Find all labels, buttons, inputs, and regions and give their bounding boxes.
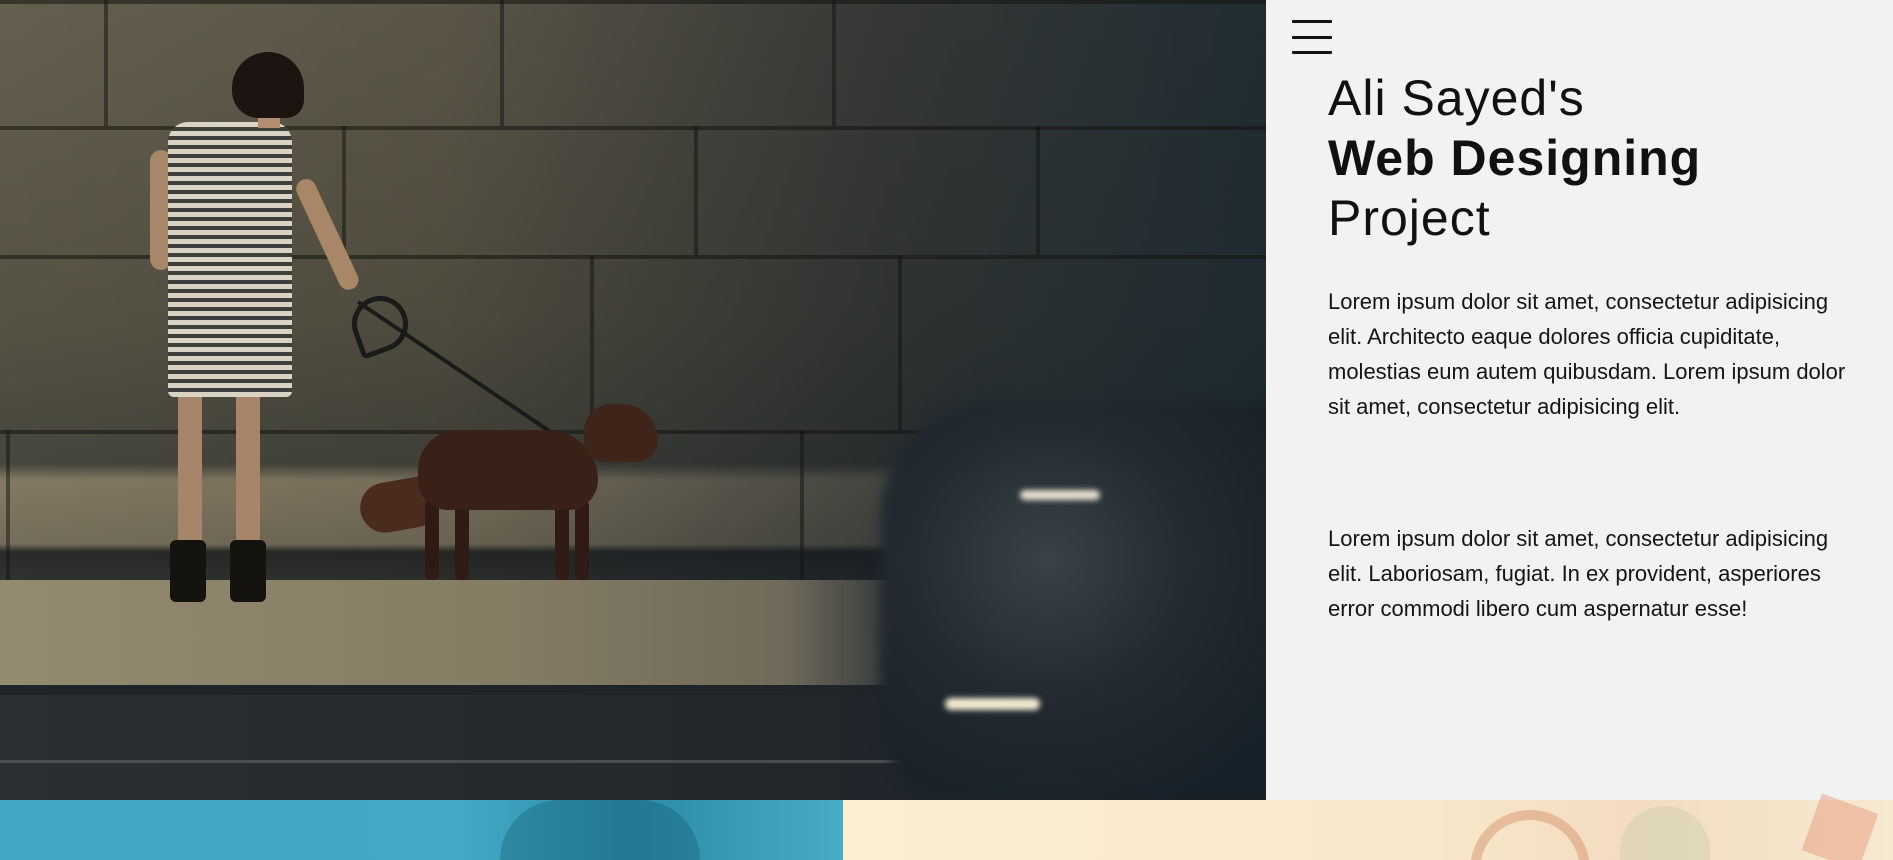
title-line-owner: Ali Sayed's bbox=[1328, 70, 1585, 126]
secondary-paragraph: Lorem ipsum dolor sit amet, consectetur … bbox=[1328, 526, 1829, 621]
person-boot bbox=[170, 540, 206, 602]
brick-line bbox=[0, 0, 1266, 4]
car-light bbox=[1020, 490, 1100, 500]
person-leg bbox=[236, 395, 260, 545]
car-light bbox=[945, 698, 1040, 710]
page-title: Ali Sayed's Web Designing Project bbox=[1328, 68, 1868, 248]
hero-image bbox=[0, 0, 1266, 800]
menu-bar bbox=[1292, 20, 1332, 23]
person-head bbox=[232, 52, 304, 118]
dog-body bbox=[418, 430, 598, 510]
next-section-image-left bbox=[0, 800, 843, 860]
blurred-car bbox=[880, 400, 1266, 800]
next-section-image-right bbox=[843, 800, 1893, 860]
dog-leg bbox=[455, 500, 469, 580]
brick-joint bbox=[500, 0, 504, 126]
menu-bar bbox=[1292, 35, 1332, 39]
hamburger-menu-icon[interactable] bbox=[1290, 18, 1334, 56]
person-striped-dress bbox=[168, 122, 292, 397]
brick-joint bbox=[6, 430, 10, 580]
brick-joint bbox=[832, 0, 836, 126]
brick-joint bbox=[590, 255, 594, 430]
person-boot bbox=[230, 540, 266, 602]
next-section-shape bbox=[500, 800, 700, 860]
menu-bar bbox=[1292, 51, 1332, 54]
title-line-project: Project bbox=[1328, 190, 1491, 246]
brick-joint bbox=[104, 0, 108, 126]
intro-paragraph: Lorem ipsum dolor sit amet, consectetur … bbox=[1328, 289, 1846, 419]
dog-leg bbox=[575, 500, 589, 580]
brick-joint bbox=[898, 255, 902, 430]
title-line-subject: Web Designing bbox=[1328, 130, 1702, 186]
dog-leg bbox=[555, 500, 569, 580]
brick-joint bbox=[694, 126, 698, 255]
brick-joint bbox=[1036, 126, 1040, 255]
brick-joint bbox=[342, 126, 346, 255]
dog-leg bbox=[425, 500, 439, 580]
brick-joint bbox=[800, 430, 804, 580]
person-leg bbox=[178, 395, 202, 545]
